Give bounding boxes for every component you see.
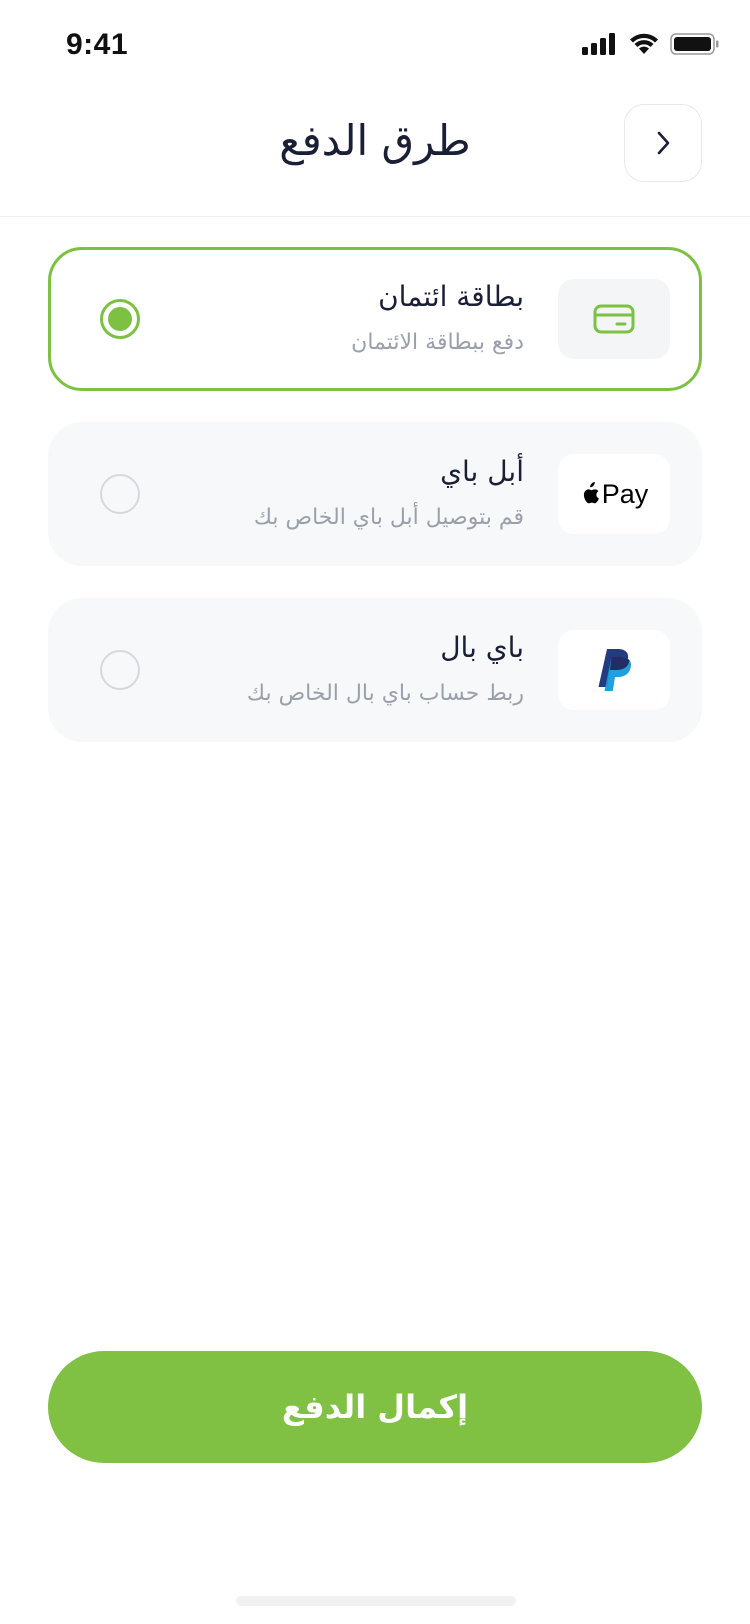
credit-card-icon [593, 304, 635, 334]
paypal-icon [598, 649, 632, 691]
apple-icon [583, 482, 599, 504]
radio-button-selected[interactable] [100, 299, 140, 339]
status-time: 9:41 [66, 28, 129, 61]
payment-option-credit-card[interactable]: بطاقة ائتمان دفع ببطاقة الائتمان [48, 247, 702, 391]
radio-button[interactable] [100, 650, 140, 690]
chevron-right-icon [657, 131, 670, 155]
radio-button[interactable] [100, 474, 140, 514]
home-indicator [236, 1596, 516, 1606]
payment-option-paypal[interactable]: باي بال ربط حساب باي بال الخاص بك [48, 598, 702, 742]
paypal-logo [558, 630, 670, 710]
battery-icon [670, 33, 719, 55]
option-title: باي بال [440, 631, 524, 664]
status-icons [582, 32, 720, 56]
wifi-icon [630, 33, 658, 54]
radio-dot [108, 307, 132, 331]
complete-payment-button[interactable]: إكمال الدفع [48, 1351, 702, 1463]
option-subtitle: قم بتوصيل أبل باي الخاص بك [253, 505, 524, 530]
credit-card-logo [558, 279, 670, 359]
option-text: باي بال ربط حساب باي بال الخاص بك [247, 628, 524, 712]
status-bar: 9:41 [0, 0, 750, 96]
option-subtitle: ربط حساب باي بال الخاص بك [246, 681, 524, 706]
cellular-signal-icon [582, 33, 615, 55]
apple-pay-text: Pay [601, 478, 649, 509]
header: طرق الدفع [0, 96, 750, 217]
option-title: بطاقة ائتمان [378, 280, 524, 313]
option-title: أبل باي [440, 455, 524, 488]
apple-pay-wordmark: Pay [580, 478, 649, 510]
option-text: بطاقة ائتمان دفع ببطاقة الائتمان [351, 277, 524, 361]
option-text: أبل باي قم بتوصيل أبل باي الخاص بك [254, 452, 524, 536]
back-button[interactable] [624, 104, 702, 182]
payment-option-apple-pay[interactable]: Pay أبل باي قم بتوصيل أبل باي الخاص بك [48, 422, 702, 566]
option-subtitle: دفع ببطاقة الائتمان [351, 330, 524, 355]
apple-pay-logo: Pay [558, 454, 670, 534]
